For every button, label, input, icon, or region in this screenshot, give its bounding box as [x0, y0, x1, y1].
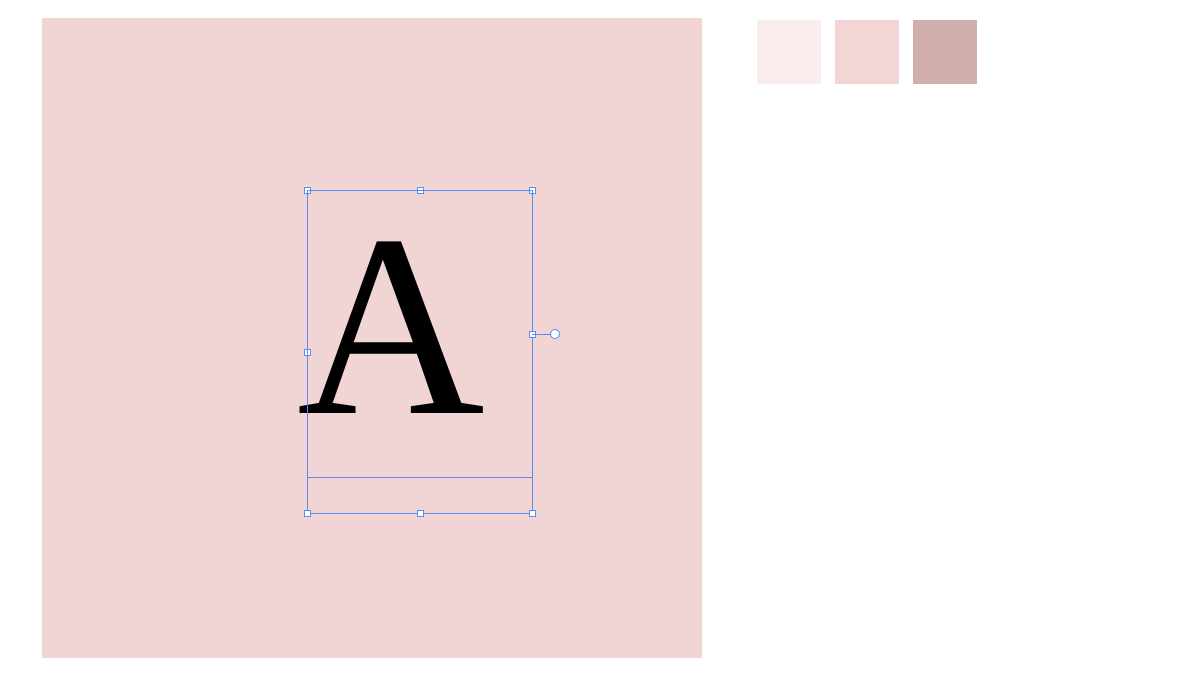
color-swatch-2[interactable] [835, 20, 899, 84]
color-swatch-3[interactable] [913, 20, 977, 84]
text-object-letter[interactable]: A [297, 196, 485, 456]
resize-handle-top-right[interactable] [529, 187, 536, 194]
design-artboard[interactable]: A [42, 18, 702, 658]
color-swatch-1[interactable] [757, 20, 821, 84]
rotate-connector-line [532, 334, 552, 335]
resize-handle-bottom-right[interactable] [529, 510, 536, 517]
resize-handle-middle-right[interactable] [529, 331, 536, 338]
resize-handle-bottom-left[interactable] [304, 510, 311, 517]
resize-handle-bottom-middle[interactable] [417, 510, 424, 517]
rotate-handle[interactable] [550, 329, 560, 339]
color-swatch-row [757, 20, 977, 84]
